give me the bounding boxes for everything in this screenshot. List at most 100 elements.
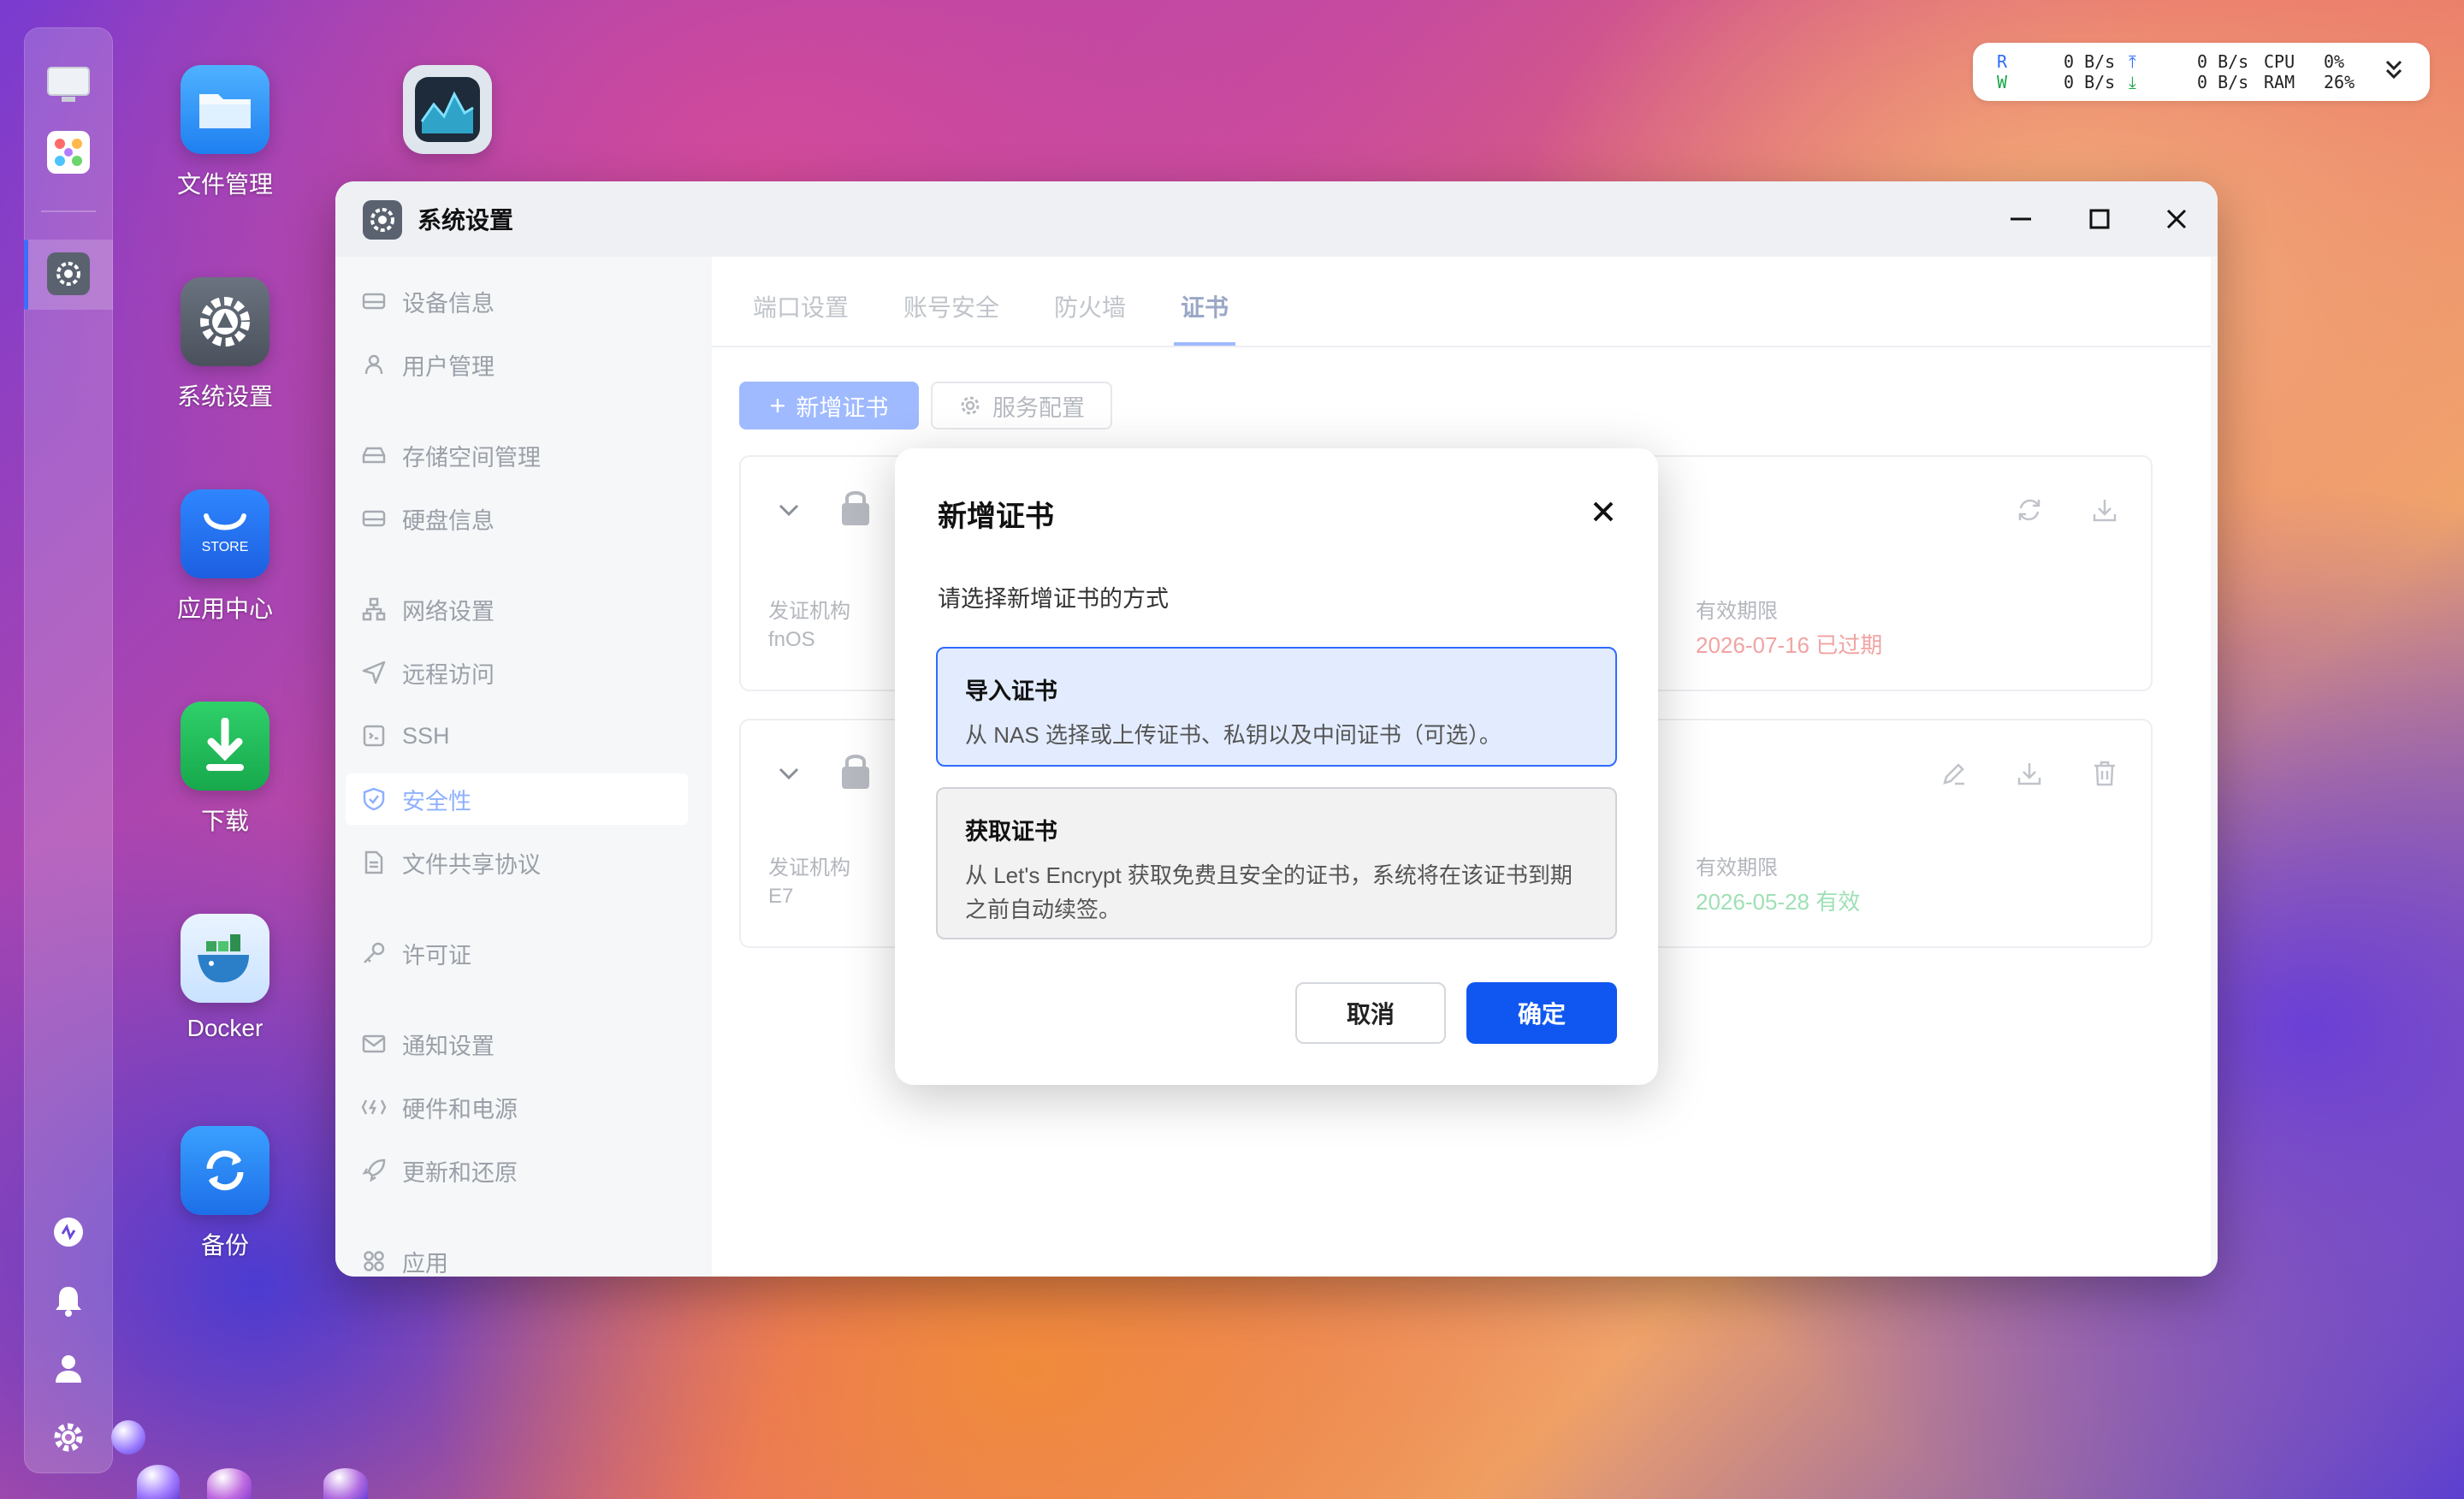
validity-value-expired: 2026-07-16 已过期 <box>1696 632 1883 658</box>
upload-arrow-icon: ⤒ <box>2129 51 2136 72</box>
sidebar-item-label: 用户管理 <box>402 353 495 380</box>
sidebar-item-label: 应用 <box>402 1250 448 1277</box>
chevron-down-icon[interactable] <box>770 491 808 529</box>
option-title: 导入证书 <box>965 678 1057 704</box>
desktop-icon-label: 文件管理 <box>176 171 273 198</box>
desktop-icon-label: 备份 <box>200 1232 249 1259</box>
sidebar-item-label: 网络设置 <box>402 598 495 625</box>
trash-icon[interactable] <box>2086 755 2123 792</box>
issuer-label: 发证机构 <box>768 600 850 623</box>
sidebar-item-disk-info[interactable]: 硬盘信息 <box>361 493 686 544</box>
service-config-label: 服务配置 <box>992 394 1085 421</box>
sidebar-item-label: 许可证 <box>402 942 471 969</box>
apps-grid-icon[interactable] <box>43 127 94 178</box>
dialog-subtitle: 请选择新增证书的方式 <box>938 586 1169 612</box>
activity-icon[interactable] <box>43 1206 94 1258</box>
sidebar-item-update-restore[interactable]: 更新和还原 <box>361 1145 686 1196</box>
sidebar-item-notifications[interactable]: 通知设置 <box>361 1018 686 1069</box>
docker-whale-icon <box>181 914 270 1003</box>
ram-value: 26% <box>2324 72 2355 92</box>
download-icon[interactable] <box>2086 491 2123 529</box>
sidebar-item-network[interactable]: 网络设置 <box>361 584 686 635</box>
add-certificate-button[interactable]: + 新增证书 <box>739 382 919 430</box>
decorative-bubble <box>111 1420 145 1455</box>
tab-account-security[interactable]: 账号安全 <box>903 289 999 323</box>
dock <box>24 27 113 1473</box>
send-icon <box>361 660 387 685</box>
device-icon <box>361 288 387 314</box>
desktop-icon-label: 下载 <box>200 808 249 834</box>
store-icon: STORE <box>181 489 270 578</box>
sidebar-item-hardware-power[interactable]: 硬件和电源 <box>361 1081 686 1133</box>
sidebar-item-license[interactable]: 许可证 <box>361 927 686 979</box>
chevron-down-icon[interactable] <box>770 755 808 792</box>
sidebar-item-ssh[interactable]: SSH <box>361 710 686 761</box>
bell-icon[interactable] <box>43 1275 94 1326</box>
shield-icon <box>361 786 387 812</box>
issuer-value: E7 <box>768 885 794 908</box>
tabs-divider <box>712 346 2211 347</box>
desktop-icon-docker[interactable]: Docker <box>152 914 298 1042</box>
cancel-button[interactable]: 取消 <box>1295 982 1446 1044</box>
sidebar-item-label: 安全性 <box>402 788 471 815</box>
download-arrow-icon: ⤓ <box>2129 72 2136 92</box>
service-config-button[interactable]: 服务配置 <box>931 382 1112 430</box>
tab-port-settings[interactable]: 端口设置 <box>753 289 849 323</box>
sidebar-item-remote-access[interactable]: 远程访问 <box>361 647 686 698</box>
chevron-down-icon[interactable] <box>2384 58 2404 86</box>
gear-icon[interactable] <box>43 1412 94 1463</box>
confirm-button[interactable]: 确定 <box>1466 982 1617 1044</box>
store-badge: STORE <box>201 540 249 554</box>
sidebar-item-storage[interactable]: 存储空间管理 <box>361 430 686 481</box>
dock-divider <box>41 210 96 212</box>
sidebar-item-apps[interactable]: 应用 <box>361 1235 686 1277</box>
ram-label: RAM <box>2264 72 2295 92</box>
desktop-icon-download[interactable]: 下载 <box>152 702 298 837</box>
disk-icon <box>361 506 387 531</box>
desktop-icon-file-manager[interactable]: 文件管理 <box>152 65 298 200</box>
desktop-icon[interactable] <box>43 60 94 111</box>
download-icon[interactable] <box>2011 755 2048 792</box>
close-icon <box>1593 501 1614 522</box>
folder-icon <box>181 65 270 154</box>
tab-certificate[interactable]: 证书 <box>1181 289 1229 323</box>
lock-icon <box>837 751 874 789</box>
write-label: W <box>1997 72 2008 92</box>
desktop-icon-monitor[interactable] <box>375 65 520 166</box>
desktop-icon-system-settings[interactable]: 系统设置 <box>152 277 298 412</box>
edit-icon[interactable] <box>1935 755 1973 792</box>
desktop-icon-label: 系统设置 <box>176 383 273 410</box>
sidebar-item-label: SSH <box>402 722 450 749</box>
validity-label: 有效期限 <box>1696 600 1778 623</box>
validity-value-valid: 2026-05-28 有效 <box>1696 889 1861 915</box>
plus-icon: + <box>769 389 786 421</box>
sidebar-item-security[interactable]: 安全性 <box>346 773 688 825</box>
gear-icon <box>181 277 270 366</box>
option-import-certificate[interactable]: 导入证书 从 NAS 选择或上传证书、私钥以及中间证书（可选）。 <box>936 647 1617 767</box>
upload-rate: 0 B/s <box>2197 51 2249 72</box>
resource-monitor[interactable]: R W 0 B/s 0 B/s ⤒ ⤓ 0 B/s 0 B/s CPU RAM … <box>1973 43 2430 101</box>
dialog-close-button[interactable] <box>1588 496 1619 527</box>
maximize-button[interactable] <box>2081 200 2118 238</box>
lock-icon <box>837 488 874 525</box>
sidebar-item-file-sharing[interactable]: 文件共享协议 <box>361 837 686 888</box>
minimize-button[interactable] <box>2002 200 2040 238</box>
desktop-icon-backup[interactable]: 备份 <box>152 1126 298 1261</box>
desktop-icon-label: 应用中心 <box>176 595 273 622</box>
sidebar-item-label: 存储空间管理 <box>402 444 541 471</box>
desktop-icon-app-center[interactable]: STORE 应用中心 <box>152 489 298 625</box>
user-icon[interactable] <box>43 1343 94 1395</box>
tab-firewall[interactable]: 防火墙 <box>1054 289 1126 323</box>
refresh-icon[interactable] <box>2011 491 2048 529</box>
window-titlebar[interactable]: 系统设置 <box>335 181 2218 257</box>
close-button[interactable] <box>2158 200 2195 238</box>
validity-label: 有效期限 <box>1696 856 1778 880</box>
sidebar-item-device-info[interactable]: 设备信息 <box>361 276 686 327</box>
apps-icon <box>361 1248 387 1274</box>
sidebar-item-user-management[interactable]: 用户管理 <box>361 339 686 390</box>
system-settings-dock-icon[interactable] <box>43 248 94 299</box>
option-obtain-certificate[interactable]: 获取证书 从 Let's Encrypt 获取免费且安全的证书，系统将在该证书到… <box>936 787 1617 939</box>
sidebar-item-label: 文件共享协议 <box>402 851 541 878</box>
ssh-icon <box>361 723 387 749</box>
gear-icon <box>958 394 982 418</box>
